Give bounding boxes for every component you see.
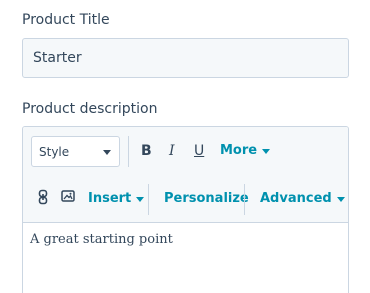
- image-icon-svg: [61, 190, 75, 202]
- chevron-down-icon: [103, 150, 111, 155]
- style-dropdown-label: Style: [39, 144, 70, 159]
- advanced-menu-label: Advanced: [260, 191, 332, 206]
- toolbar-divider: [148, 184, 149, 215]
- image-icon[interactable]: [61, 189, 75, 209]
- chevron-down-icon: [136, 196, 145, 202]
- style-dropdown[interactable]: Style: [31, 136, 120, 167]
- toolbar-divider: [128, 136, 129, 167]
- advanced-menu-button[interactable]: Advanced: [260, 189, 345, 209]
- rich-text-editor: Style B I U More Insert Personalize Adva…: [22, 126, 349, 293]
- product-title-input[interactable]: [22, 38, 349, 78]
- personalize-button[interactable]: Personalize: [164, 189, 249, 209]
- toolbar-divider: [244, 184, 245, 215]
- description-editor-content[interactable]: A great starting point: [23, 224, 348, 293]
- italic-button[interactable]: I: [169, 141, 175, 161]
- link-icon-svg: [38, 189, 48, 205]
- chevron-down-icon: [336, 196, 345, 202]
- insert-menu-button[interactable]: Insert: [88, 189, 145, 209]
- product-title-label: Product Title: [22, 12, 110, 28]
- product-description-label: Product description: [22, 101, 158, 117]
- more-menu-label: More: [220, 143, 258, 158]
- editor-toolbar: Style B I U More Insert Personalize Adva…: [23, 127, 348, 223]
- insert-menu-label: Insert: [88, 191, 132, 206]
- personalize-label: Personalize: [164, 191, 249, 206]
- chevron-down-icon: [262, 148, 271, 154]
- bold-button[interactable]: B: [141, 141, 152, 161]
- underline-button[interactable]: U: [194, 141, 204, 161]
- more-menu-button[interactable]: More: [220, 141, 271, 161]
- link-icon[interactable]: [37, 189, 49, 211]
